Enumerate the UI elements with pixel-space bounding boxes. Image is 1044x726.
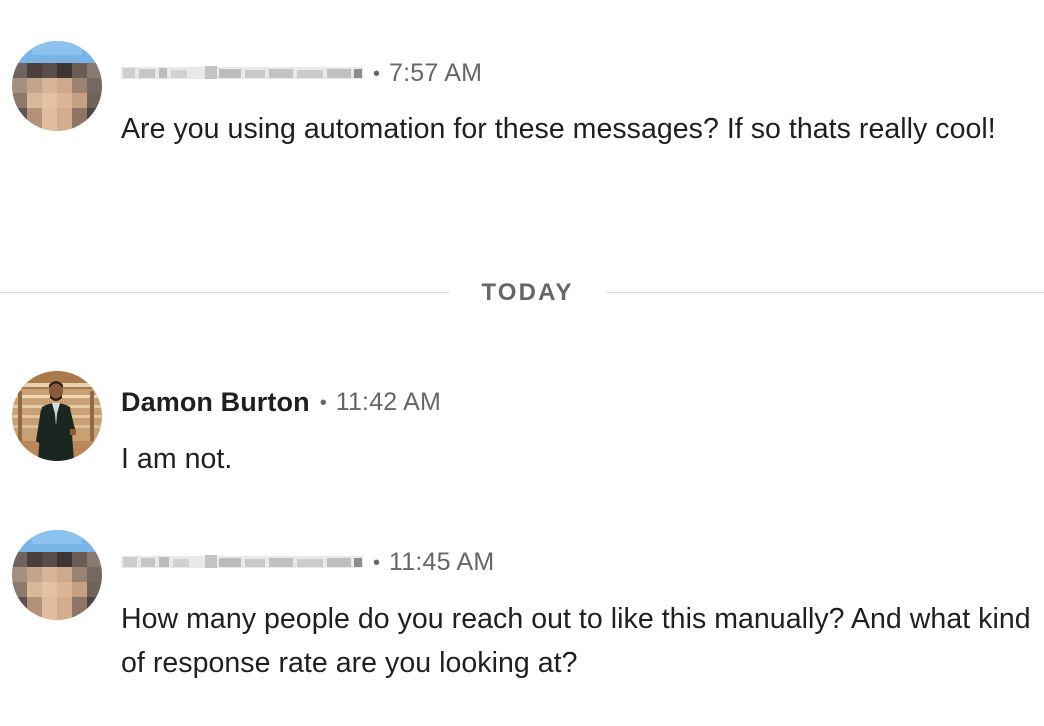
separator-dot: • — [319, 391, 327, 414]
separator-dot: • — [373, 551, 381, 574]
message-time: 7:57 AM — [389, 58, 483, 87]
pixelated-avatar-icon — [12, 41, 102, 131]
message-time: 11:45 AM — [389, 547, 495, 576]
message-text: How many people do you reach out to like… — [121, 603, 1031, 679]
day-divider-label: TODAY — [481, 279, 574, 306]
message-thread: • 7:57 AM Are you using automation for t… — [0, 0, 1044, 726]
sender-avatar[interactable] — [12, 41, 102, 131]
message-text: Are you using automation for these messa… — [121, 113, 996, 145]
person-in-suit-avatar-icon — [12, 371, 102, 461]
sender-avatar[interactable] — [12, 530, 102, 620]
message-header: Damon Burton • 11:42 AM — [121, 385, 441, 419]
sender-avatar[interactable] — [12, 371, 102, 461]
message-time: 11:42 AM — [335, 387, 442, 416]
message-header: • 11:45 AM — [121, 545, 494, 579]
sender-name[interactable]: Damon Burton — [121, 387, 310, 418]
message-header: • 7:57 AM — [121, 56, 482, 90]
separator-dot: • — [373, 62, 381, 85]
pixelated-avatar-icon — [12, 530, 102, 620]
day-divider: TODAY — [0, 274, 1044, 312]
message-text: I am not. — [121, 443, 233, 475]
sender-name-redacted[interactable] — [121, 63, 363, 83]
divider-rule-left — [0, 292, 449, 293]
divider-rule-right — [606, 292, 1044, 293]
sender-name-redacted[interactable] — [121, 552, 363, 572]
